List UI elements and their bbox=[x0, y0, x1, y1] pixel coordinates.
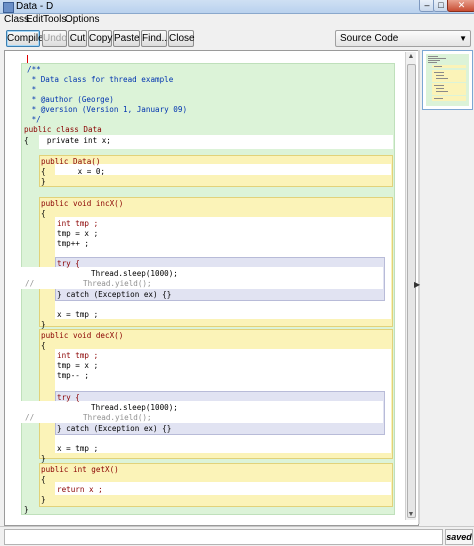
code-line: Thread.yield(); bbox=[83, 279, 152, 288]
compile-button[interactable]: Compile bbox=[6, 30, 44, 47]
nav-text-line bbox=[428, 58, 446, 59]
code-editor[interactable]: /** * Data class for thread example * * … bbox=[4, 50, 419, 526]
nav-text-line bbox=[428, 56, 438, 57]
code-line: } bbox=[41, 454, 46, 463]
code-line: } bbox=[41, 320, 46, 329]
code-line: public void decX() bbox=[41, 331, 124, 340]
code-line: public Data() bbox=[41, 157, 101, 166]
nav-text-line bbox=[428, 60, 440, 61]
code-line: * Data class for thread example bbox=[27, 75, 174, 84]
code-line: } bbox=[24, 505, 29, 514]
code-line: } catch (Exception ex) {} bbox=[57, 424, 172, 433]
code-line: { bbox=[41, 341, 46, 350]
code-line: try { bbox=[57, 259, 80, 268]
save-status-label: saved bbox=[445, 529, 473, 545]
close-button[interactable]: Close bbox=[168, 30, 195, 47]
nav-text-line bbox=[434, 66, 442, 67]
code-line: { bbox=[41, 475, 46, 484]
navigation-viewport[interactable] bbox=[422, 50, 473, 110]
scroll-thumb[interactable] bbox=[407, 64, 416, 518]
nav-text-line bbox=[434, 72, 444, 73]
constructor-body bbox=[55, 164, 391, 175]
code-line: // bbox=[25, 413, 35, 422]
nav-text-line bbox=[428, 62, 437, 63]
code-line: int tmp ; bbox=[57, 351, 99, 360]
scroll-down-icon[interactable]: ▼ bbox=[406, 510, 416, 520]
code-line: public int getX() bbox=[41, 465, 119, 474]
code-line: { private int x; bbox=[24, 136, 111, 145]
copy-button[interactable]: Copy bbox=[88, 30, 112, 47]
nav-text-line bbox=[436, 78, 448, 79]
code-line: * @author (George) bbox=[27, 95, 114, 104]
code-line: * @version (Version 1, January 09) bbox=[27, 105, 188, 114]
find-button[interactable]: Find... bbox=[141, 30, 170, 47]
code-line: Thread.yield(); bbox=[83, 413, 152, 422]
code-line: x = tmp ; bbox=[57, 310, 99, 319]
code-line: * bbox=[27, 85, 37, 94]
code-line: try { bbox=[57, 393, 80, 402]
view-mode-select[interactable]: Source Code ▼ bbox=[335, 30, 471, 47]
code-line: { x = 0; bbox=[41, 167, 106, 176]
code-line: /** bbox=[27, 65, 41, 74]
view-mode-value: Source Code bbox=[340, 33, 399, 44]
code-line: } bbox=[41, 495, 46, 504]
scroll-up-icon[interactable]: ▲ bbox=[406, 52, 416, 62]
title-bar: Data - D – □ ✕ bbox=[0, 0, 474, 14]
nav-text-line bbox=[436, 75, 444, 76]
code-line: public class Data bbox=[24, 125, 102, 134]
status-message bbox=[4, 529, 443, 545]
menu-bar: Class Edit Tools Options bbox=[0, 14, 474, 26]
code-line: tmp++ ; bbox=[57, 239, 90, 248]
cut-button[interactable]: Cut bbox=[68, 30, 87, 47]
code-line: // bbox=[25, 279, 35, 288]
code-line: } bbox=[41, 177, 46, 186]
close-window-button[interactable]: ✕ bbox=[447, 0, 474, 12]
code-line: int tmp ; bbox=[57, 219, 99, 228]
code-line: tmp = x ; bbox=[57, 229, 99, 238]
code-line: x = tmp ; bbox=[57, 444, 99, 453]
code-line: tmp = x ; bbox=[57, 361, 99, 370]
code-line: return x ; bbox=[57, 485, 103, 494]
menu-options[interactable]: Options bbox=[65, 14, 99, 26]
bluej-app-icon bbox=[3, 2, 14, 13]
nav-text-line bbox=[434, 85, 444, 86]
nav-text-line bbox=[436, 88, 444, 89]
paste-button[interactable]: Paste bbox=[113, 30, 140, 47]
menu-tools[interactable]: Tools bbox=[43, 14, 66, 26]
getx-body bbox=[55, 482, 391, 495]
status-bar: saved bbox=[0, 526, 474, 546]
window-title: Data - D bbox=[16, 1, 54, 12]
incx-try-body bbox=[21, 267, 383, 289]
code-line: { bbox=[41, 209, 46, 218]
undo-button[interactable]: Undo bbox=[42, 30, 67, 47]
code-line: Thread.sleep(1000); bbox=[91, 403, 178, 412]
code-line: */ bbox=[27, 115, 41, 124]
nav-text-line bbox=[436, 91, 448, 92]
code-line: public void incX() bbox=[41, 199, 124, 208]
nav-text-line bbox=[434, 98, 443, 99]
code-line: tmp-- ; bbox=[57, 371, 90, 380]
navigation-view[interactable] bbox=[421, 50, 473, 524]
code-line: Thread.sleep(1000); bbox=[91, 269, 178, 278]
menu-edit[interactable]: Edit bbox=[26, 14, 43, 26]
splitter-arrow-icon[interactable]: ▶ bbox=[414, 280, 420, 289]
decx-try-body bbox=[21, 401, 383, 423]
code-line: } catch (Exception ex) {} bbox=[57, 290, 172, 299]
chevron-down-icon: ▼ bbox=[459, 34, 467, 43]
